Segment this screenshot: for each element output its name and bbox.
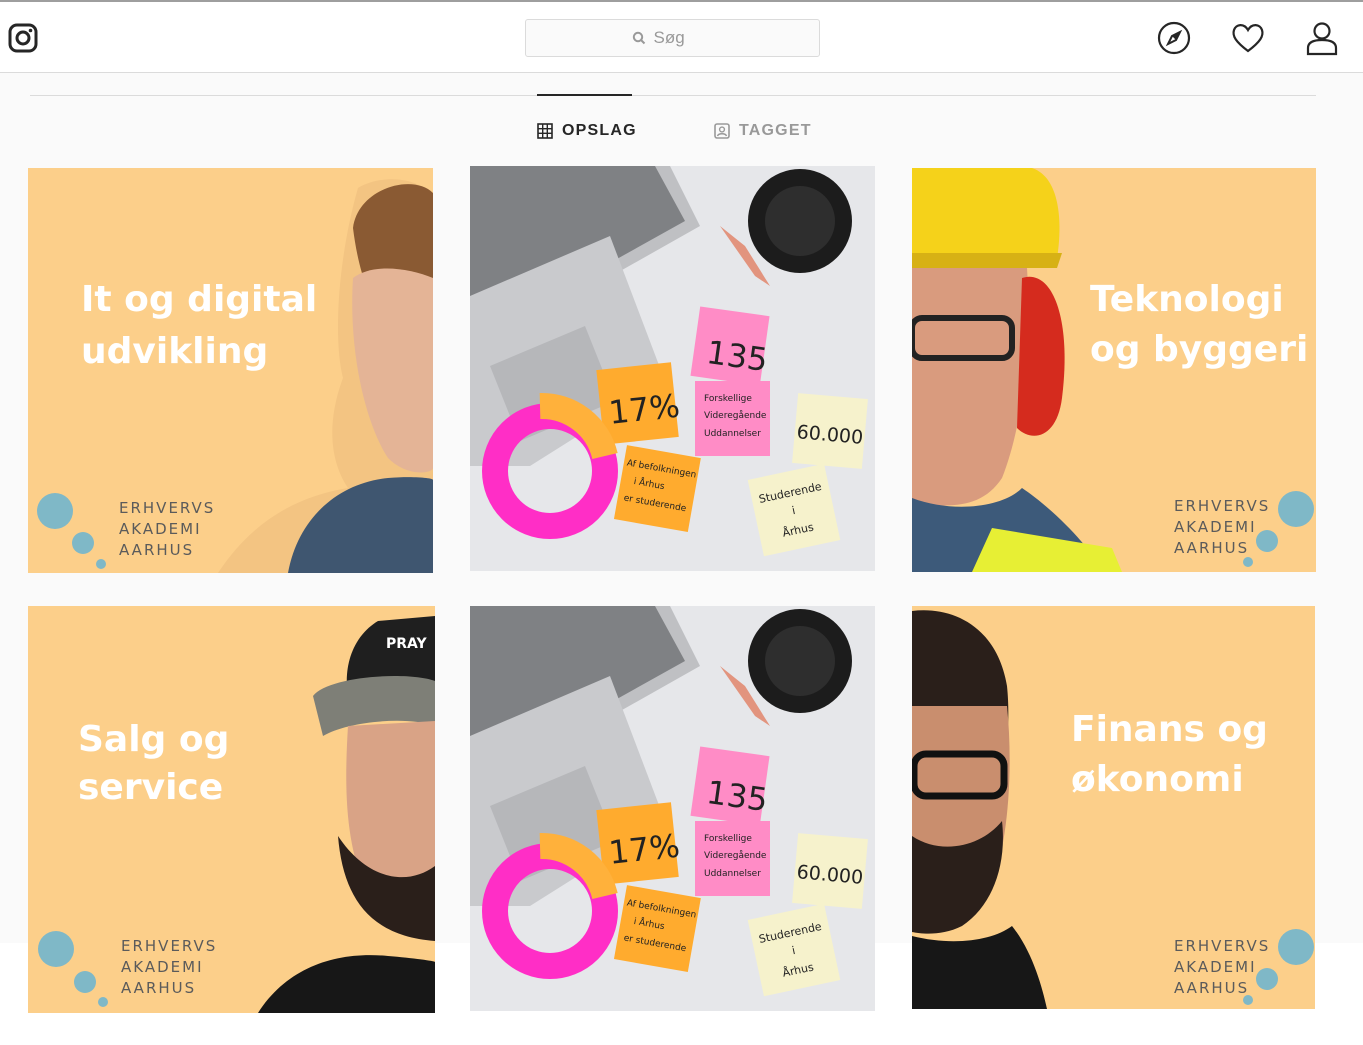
brand-line: AKADEMI — [1174, 958, 1257, 976]
note-value: 17% — [607, 387, 682, 432]
tab-tagged-label: TAGGET — [739, 122, 812, 139]
post-title-line2: service — [78, 767, 223, 808]
tab-tagged[interactable]: TAGGET — [714, 122, 812, 140]
post-title-line1: Finans og — [1071, 709, 1268, 750]
brand-line: AKADEMI — [119, 520, 202, 538]
brand-line: AARHUS — [119, 541, 194, 559]
brand-line: AARHUS — [1174, 979, 1249, 997]
note-text: Uddannelser — [704, 429, 761, 439]
compass-icon[interactable] — [1156, 20, 1192, 56]
note-text: Videregående — [704, 410, 767, 421]
active-tab-indicator — [537, 94, 632, 96]
note-text: Forskellige — [704, 834, 752, 844]
brand-line: AARHUS — [1174, 539, 1249, 557]
post-salg[interactable]: PRAY Salg og service ERHVERVS AKADEMI AA… — [28, 606, 435, 1013]
brand-line: ERHVERVS — [1174, 497, 1270, 515]
brand-line: ERHVERVS — [119, 499, 215, 517]
brand-line: AARHUS — [121, 979, 196, 997]
post-finans[interactable]: Finans og økonomi ERHVERVS AKADEMI AARHU… — [912, 606, 1315, 1009]
top-navigation-bar — [0, 2, 1363, 73]
post-sticky-notes-2[interactable]: 135 17% Forskellige Videregående Uddanne… — [470, 606, 875, 1011]
tagged-person-icon — [714, 123, 730, 139]
profile-tabs-divider — [30, 95, 1316, 96]
post-it-digital[interactable]: It og digital udvikling ERHVERVS AKADEMI… — [28, 168, 433, 573]
post-title-line1: Salg og — [78, 719, 229, 760]
tab-posts[interactable]: OPSLAG — [537, 122, 637, 140]
brand-line: ERHVERVS — [121, 937, 217, 955]
post-title-line1: It og digital — [81, 279, 317, 320]
search-box[interactable] — [525, 19, 820, 57]
cap-text: PRAY — [386, 636, 428, 652]
note-text: Uddannelser — [704, 869, 761, 879]
heart-icon[interactable] — [1230, 20, 1266, 56]
post-sticky-notes[interactable]: 135 17% Forskellige Videregående Uddanne… — [470, 166, 875, 571]
brand-line: AKADEMI — [1174, 518, 1257, 536]
post-title-line2: og byggeri — [1090, 329, 1308, 370]
note-value: 17% — [607, 827, 682, 872]
post-title-line2: udvikling — [81, 331, 268, 372]
person-icon[interactable] — [1304, 20, 1340, 56]
instagram-logo-icon[interactable] — [8, 23, 38, 53]
tab-posts-label: OPSLAG — [562, 122, 637, 139]
search-input[interactable] — [653, 28, 714, 48]
note-text: Forskellige — [704, 394, 752, 404]
note-text: Videregående — [704, 850, 767, 861]
post-teknologi[interactable]: Teknologi og byggeri ERHVERVS AKADEMI AA… — [912, 168, 1316, 572]
grid-icon — [537, 123, 553, 139]
brand-line: AKADEMI — [121, 958, 204, 976]
search-icon — [632, 31, 645, 45]
post-title-line2: økonomi — [1071, 759, 1244, 800]
post-title-line1: Teknologi — [1090, 279, 1284, 320]
brand-line: ERHVERVS — [1174, 937, 1270, 955]
